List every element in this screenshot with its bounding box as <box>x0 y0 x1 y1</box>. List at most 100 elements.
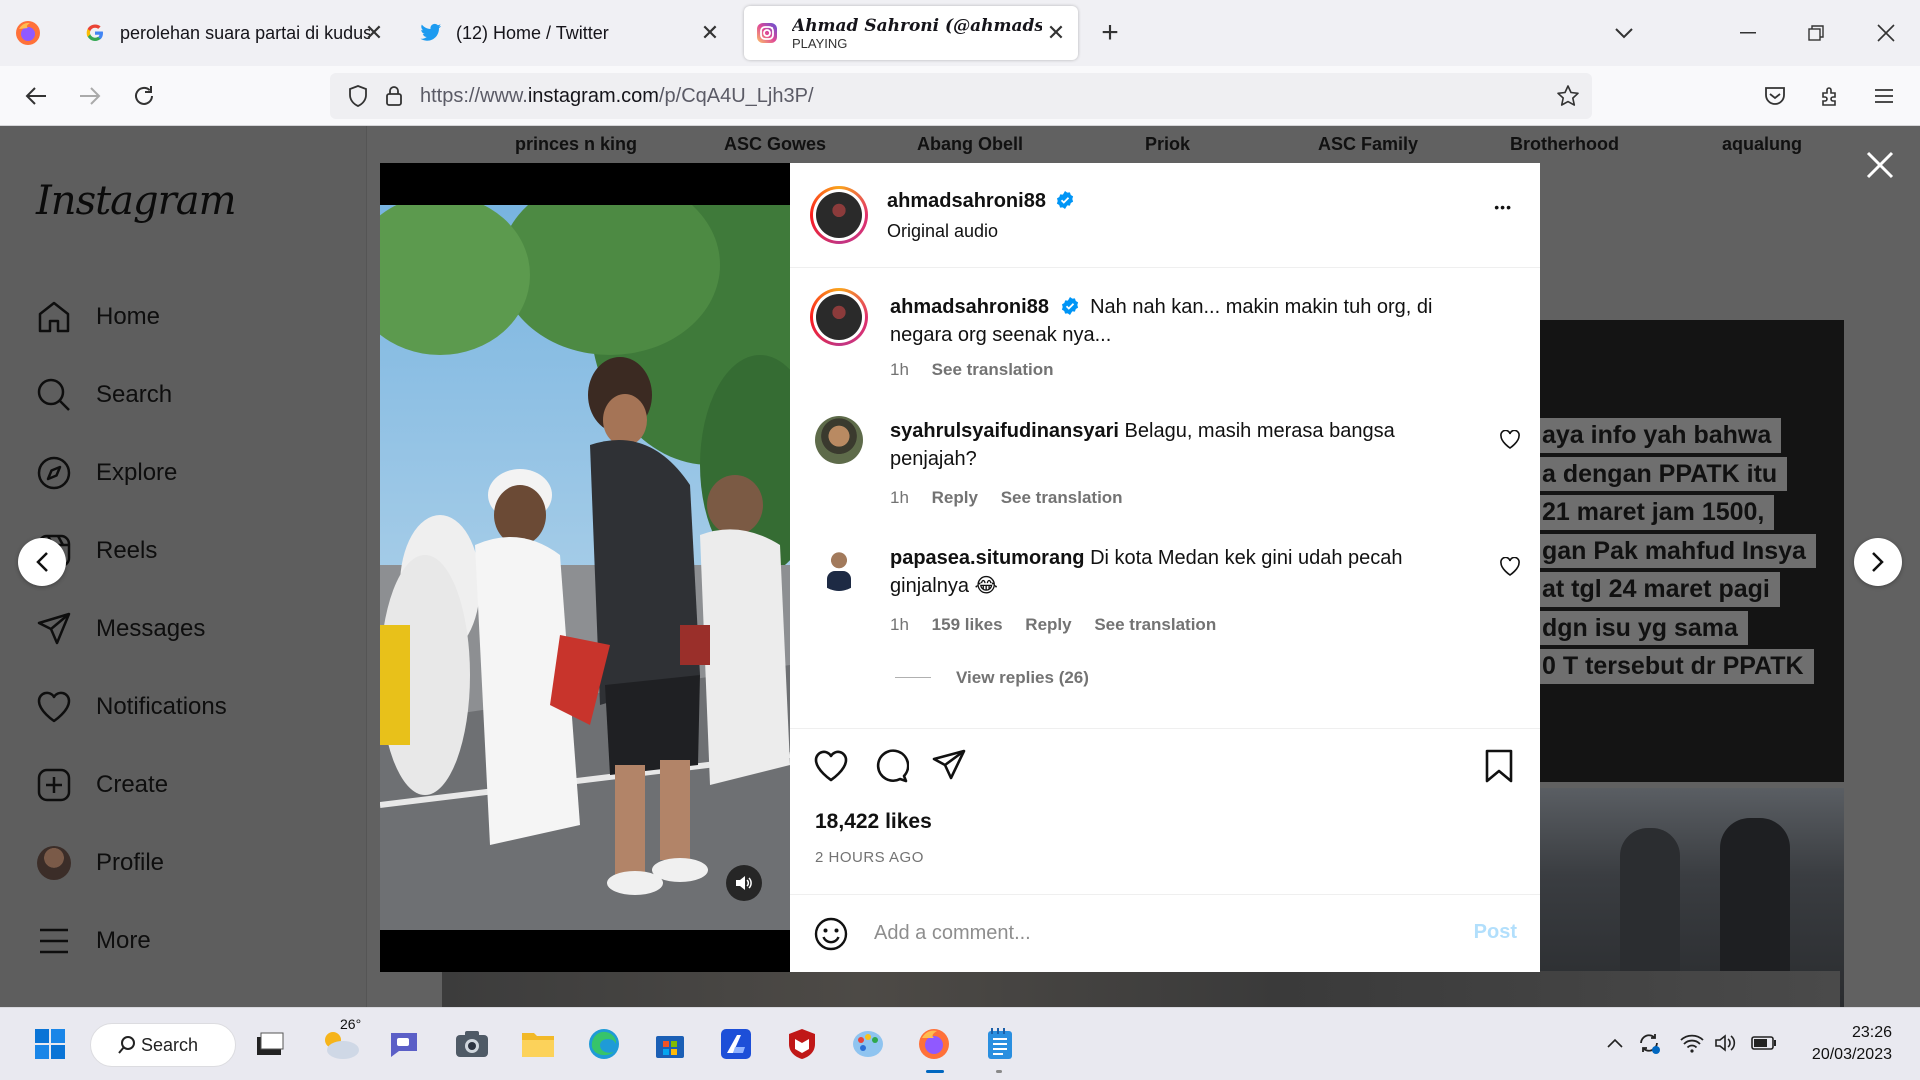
pocket-icon[interactable] <box>1759 80 1791 112</box>
show-hidden-icons-chevron[interactable] <box>1600 1028 1630 1058</box>
story-item[interactable]: Brotherhood <box>1510 134 1619 155</box>
new-tab-button[interactable]: + <box>1094 16 1126 49</box>
story-item[interactable]: ASC Family <box>1318 134 1418 155</box>
lock-icon[interactable] <box>378 80 410 112</box>
post-details-panel: ahmadsahroni88 Original audio ••• ahmads… <box>790 163 1540 972</box>
tab-close-button[interactable]: ✕ <box>698 20 722 46</box>
url-text[interactable]: https://www.instagram.com/p/CqA4U_Ljh3P/ <box>420 85 814 108</box>
comment-avatar[interactable] <box>815 416 863 464</box>
edge-browser-icon[interactable] <box>584 1024 624 1064</box>
view-replies-link[interactable]: View replies (26) <box>956 668 1089 688</box>
story-item[interactable]: aqualung <box>1722 134 1802 155</box>
weather-widget[interactable]: 26° <box>318 1016 364 1064</box>
comment-time[interactable]: 1h <box>890 615 909 634</box>
url-bar[interactable]: https://www.instagram.com/p/CqA4U_Ljh3P/ <box>330 73 1592 119</box>
restore-window-icon[interactable] <box>1800 17 1832 49</box>
taskbar-clock[interactable]: 23:26 20/03/2023 <box>1812 1022 1892 1066</box>
forward-arrow-icon[interactable] <box>74 80 106 112</box>
wifi-icon[interactable] <box>1677 1028 1707 1058</box>
notepad-icon[interactable] <box>980 1024 1020 1073</box>
battery-icon[interactable] <box>1749 1028 1779 1058</box>
share-send-icon[interactable] <box>931 748 967 784</box>
tab-instagram-active[interactable]: Ahmad Sahroni (@ahmadsah PLAYING ✕ <box>744 6 1078 60</box>
extensions-icon[interactable] <box>1814 80 1846 112</box>
shield-icon[interactable] <box>342 80 374 112</box>
previous-post-button[interactable] <box>18 538 66 586</box>
likes-count[interactable]: 18,422 likes <box>815 810 932 834</box>
sidebar-item-explore[interactable]: Explore <box>34 448 177 498</box>
comment-username[interactable]: syahrulsyaifudinansyari <box>890 420 1119 442</box>
comment-bubble-icon[interactable] <box>873 748 909 784</box>
feed-image-bottom[interactable] <box>442 971 1840 1007</box>
audio-label[interactable]: Original audio <box>887 221 998 242</box>
sidebar-item-notifications[interactable]: Notifications <box>34 682 227 732</box>
sound-toggle-button[interactable] <box>726 865 762 901</box>
like-heart-icon[interactable] <box>813 748 849 784</box>
instagram-logo[interactable]: Instagram <box>36 178 237 224</box>
sync-status-icon[interactable] <box>1634 1028 1664 1058</box>
sidebar-item-create[interactable]: Create <box>34 760 168 810</box>
paint-app-icon[interactable] <box>848 1024 888 1064</box>
like-comment-heart-icon[interactable] <box>1500 430 1520 450</box>
add-comment-input[interactable] <box>874 915 1434 951</box>
caption-author-avatar[interactable] <box>810 288 868 346</box>
minimize-window-icon[interactable] <box>1732 17 1764 49</box>
task-view-icon[interactable] <box>250 1024 290 1064</box>
comment-time[interactable]: 1h <box>890 488 909 507</box>
post-video[interactable] <box>380 163 790 972</box>
tab-google-search[interactable]: perolehan suara partai di kudus ✕ <box>84 0 386 66</box>
story-item[interactable]: Abang Obell <box>917 134 1023 155</box>
tab-twitter[interactable]: (12) Home / Twitter ✕ <box>420 0 722 66</box>
caption-username[interactable]: ahmadsahroni88 <box>890 296 1049 318</box>
comment-likes[interactable]: 159 likes <box>932 615 1003 634</box>
firefox-menu-icon[interactable] <box>12 17 44 49</box>
next-post-button[interactable] <box>1854 538 1902 586</box>
volume-icon[interactable] <box>1711 1028 1741 1058</box>
bookmark-star-icon[interactable] <box>1552 80 1584 112</box>
see-translation-link[interactable]: See translation <box>932 360 1054 379</box>
video-frame <box>380 205 790 930</box>
stories-bar: princes n king ASC Gowes Abang Obell Pri… <box>367 126 1920 164</box>
hamburger-menu-icon[interactable] <box>1868 80 1900 112</box>
author-avatar[interactable] <box>810 186 868 244</box>
list-all-tabs-icon[interactable] <box>1608 17 1640 49</box>
close-modal-button[interactable] <box>1862 150 1898 186</box>
tab-close-button[interactable]: ✕ <box>362 20 386 46</box>
back-arrow-icon[interactable] <box>20 80 52 112</box>
see-translation-link[interactable]: See translation <box>1094 615 1216 634</box>
sidebar-item-home[interactable]: Home <box>34 292 160 342</box>
camera-app-icon[interactable] <box>452 1024 492 1064</box>
sidebar-item-search[interactable]: Search <box>34 370 172 420</box>
story-item[interactable]: princes n king <box>515 134 637 155</box>
windows-start-icon[interactable] <box>30 1024 70 1064</box>
reply-link[interactable]: Reply <box>1025 615 1071 634</box>
reply-link[interactable]: Reply <box>932 488 978 507</box>
see-translation-link[interactable]: See translation <box>1001 488 1123 507</box>
file-explorer-icon[interactable] <box>518 1024 558 1064</box>
close-window-icon[interactable] <box>1870 17 1902 49</box>
reload-icon[interactable] <box>128 80 160 112</box>
comment-avatar[interactable] <box>815 543 863 591</box>
microsoft-store-icon[interactable] <box>650 1024 690 1064</box>
tab-close-button[interactable]: ✕ <box>1044 20 1068 46</box>
comment-username[interactable]: papasea.situmorang <box>890 547 1085 569</box>
writing-app-icon[interactable] <box>716 1024 756 1064</box>
mcafee-shield-icon[interactable] <box>782 1024 822 1064</box>
more-options-icon[interactable]: ••• <box>1494 199 1512 215</box>
post-time-ago[interactable]: 2 HOURS AGO <box>815 849 924 866</box>
like-comment-heart-icon[interactable] <box>1500 557 1520 577</box>
caption-time[interactable]: 1h <box>890 360 909 379</box>
sidebar-item-messages[interactable]: Messages <box>34 604 205 654</box>
save-bookmark-icon[interactable] <box>1481 748 1517 784</box>
firefox-taskbar-icon[interactable] <box>914 1024 954 1073</box>
taskbar-search-box[interactable]: Search <box>90 1023 236 1067</box>
post-comment-button[interactable]: Post <box>1474 921 1517 944</box>
story-item[interactable]: ASC Gowes <box>724 134 826 155</box>
emoji-icon[interactable] <box>813 916 849 952</box>
sidebar-item-more[interactable]: More <box>34 916 151 966</box>
story-item[interactable]: Priok <box>1145 134 1190 155</box>
author-username[interactable]: ahmadsahroni88 <box>887 190 1046 212</box>
sidebar-item-profile[interactable]: Profile <box>34 838 164 888</box>
feed-image-text-post[interactable]: aya info yah bahwa a dengan PPATK itu 21… <box>1540 320 1844 782</box>
teams-chat-icon[interactable] <box>384 1024 424 1064</box>
